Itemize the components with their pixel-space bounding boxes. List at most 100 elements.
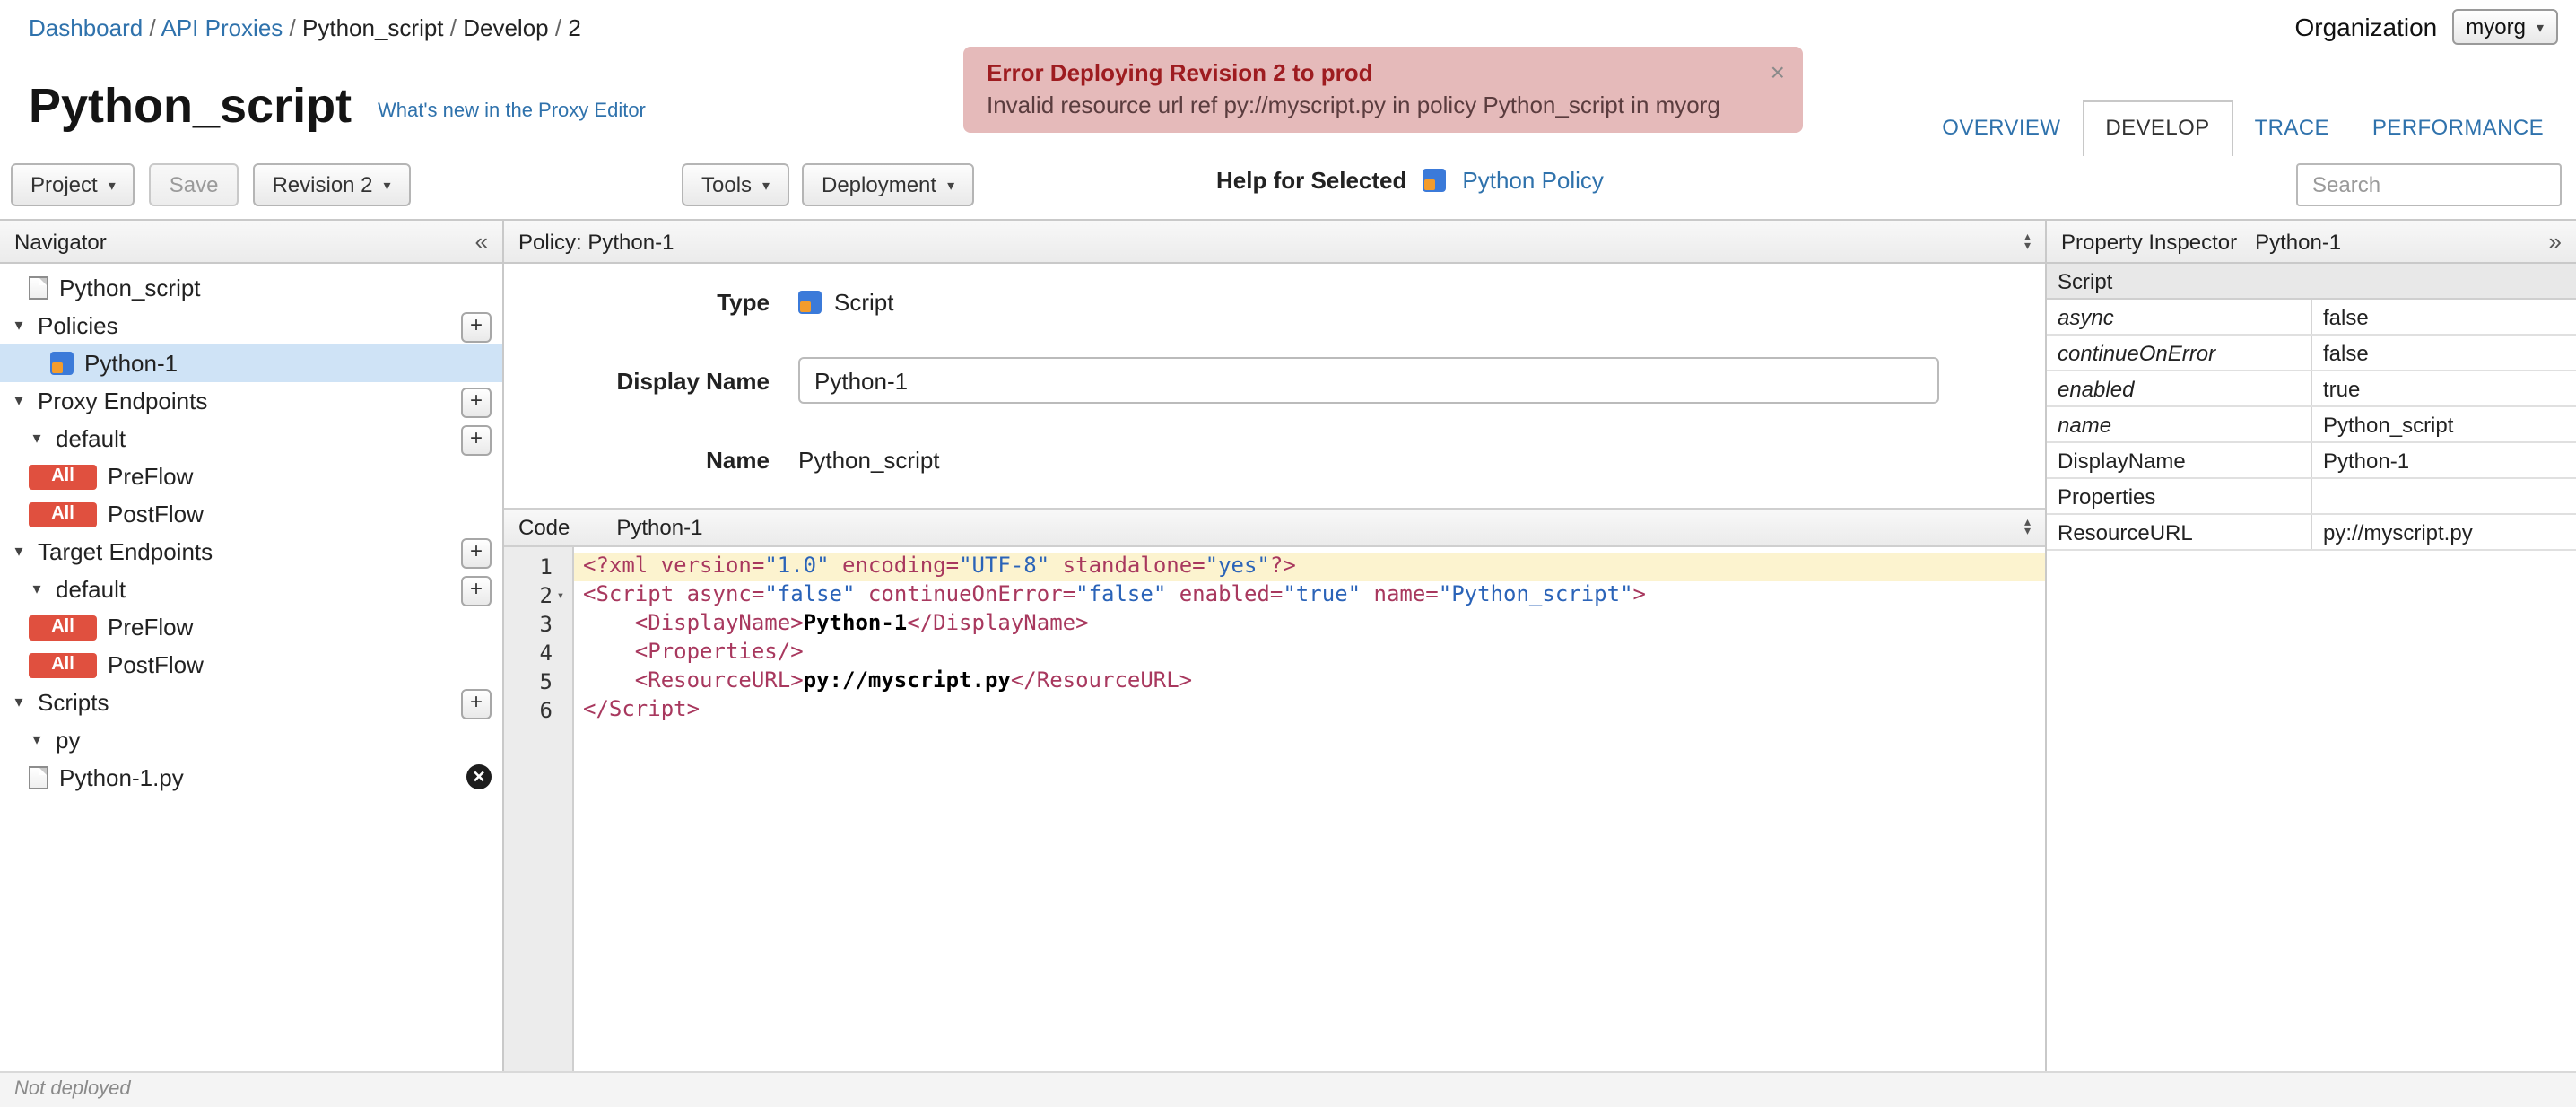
gutter-line-number: 4: [504, 639, 572, 667]
disclosure-triangle-icon[interactable]: ▾: [29, 429, 45, 449]
flow-all-badge: All: [29, 652, 97, 677]
breadcrumb-separator: /: [143, 14, 161, 41]
disclosure-triangle-icon[interactable]: ▾: [11, 316, 27, 336]
tree-item-python-script[interactable]: Python_script: [0, 269, 502, 307]
disclosure-triangle-icon[interactable]: ▾: [11, 693, 27, 712]
tree-item-scripts[interactable]: ▾ Scripts +: [0, 684, 502, 721]
add-button[interactable]: +: [461, 388, 492, 418]
tree-item-proxy-endpoints[interactable]: ▾ Proxy Endpoints +: [0, 382, 502, 420]
code-token: </ResourceURL>: [1010, 667, 1193, 693]
tree-item-default[interactable]: ▾ default +: [0, 420, 502, 458]
close-icon[interactable]: ×: [1771, 59, 1785, 84]
project-button[interactable]: Project ▾: [11, 163, 135, 206]
policy-icon: [1423, 169, 1447, 192]
property-row-script[interactable]: Script: [2047, 264, 2576, 300]
property-row-async[interactable]: async false: [2047, 299, 2576, 336]
add-button[interactable]: +: [461, 689, 492, 719]
expand-panel-icon[interactable]: »: [2549, 228, 2562, 255]
property-row-enabled[interactable]: enabled true: [2047, 370, 2576, 407]
tree-item-python-1-py[interactable]: Python-1.py ✕: [0, 759, 502, 797]
disclosure-triangle-icon[interactable]: ▾: [29, 730, 45, 750]
disclosure-triangle-icon[interactable]: ▾: [29, 580, 45, 599]
property-row-name[interactable]: name Python_script: [2047, 406, 2576, 443]
delete-icon[interactable]: ✕: [466, 764, 492, 789]
policy-icon: [798, 290, 822, 313]
property-row-properties[interactable]: Properties: [2047, 478, 2576, 515]
whats-new-link[interactable]: What's new in the Proxy Editor: [378, 100, 646, 122]
tab-trace[interactable]: TRACE: [2233, 102, 2351, 156]
property-name: enabled: [2047, 370, 2312, 407]
tree-item-python-1[interactable]: Python-1: [0, 344, 502, 382]
collapse-vertical-icon[interactable]: ▴ ▾: [2024, 517, 2031, 538]
policy-form: Type Script Display Name Name Python_scr…: [504, 264, 2045, 483]
property-row-continueonerror[interactable]: continueOnError false: [2047, 335, 2576, 371]
search-input[interactable]: [2296, 163, 2562, 206]
tree-item-default[interactable]: ▾ default +: [0, 571, 502, 608]
collapse-vertical-icon[interactable]: ▴ ▾: [2024, 231, 2031, 252]
add-button[interactable]: +: [461, 312, 492, 343]
code-token: </DisplayName>: [907, 610, 1089, 635]
save-button[interactable]: Save: [149, 163, 239, 206]
toolbar: Project ▾ Save Revision 2 ▾ Tools ▾ Depl…: [0, 154, 2576, 219]
breadcrumb-item-api-proxies[interactable]: API Proxies: [161, 14, 283, 41]
display-name-input[interactable]: [798, 357, 1939, 404]
navigator-tree: Python_script ▾ Policies + Python-1 ▾ Proxy En…: [0, 264, 502, 797]
tree-item-preflow[interactable]: All PreFlow: [0, 458, 502, 495]
code-line[interactable]: </Script>: [574, 696, 2045, 725]
toolbar-tools-group: Tools ▾: [682, 163, 790, 206]
name-value: Python_script: [798, 446, 940, 473]
property-name: name: [2047, 406, 2312, 443]
property-row-displayname[interactable]: DisplayName Python-1: [2047, 442, 2576, 479]
type-value-text: Script: [834, 288, 894, 315]
tree-item-postflow[interactable]: All PostFlow: [0, 495, 502, 533]
policy-panel-header: Policy: Python-1 ▴ ▾: [504, 221, 2045, 264]
tab-overview[interactable]: OVERVIEW: [1920, 102, 2082, 156]
collapse-panel-icon[interactable]: «: [475, 228, 488, 255]
fold-arrow-icon[interactable]: ▾: [553, 588, 569, 603]
add-button[interactable]: +: [461, 425, 492, 456]
code-editor[interactable]: 1 2 ▾ 3 4 5 6 <?xml version="1.0" encoding="UT…: [504, 547, 2045, 1071]
flow-all-badge: All: [29, 615, 97, 640]
tools-button[interactable]: Tools ▾: [682, 163, 790, 206]
policy-icon: [50, 352, 74, 375]
code-line[interactable]: <ResourceURL>py://myscript.py</ResourceU…: [574, 667, 2045, 696]
property-row-resourceurl[interactable]: ResourceURL py://myscript.py: [2047, 514, 2576, 551]
gutter-line-number: 1: [504, 553, 572, 581]
code-token: <Properties/>: [583, 639, 804, 664]
tab-performance[interactable]: PERFORMANCE: [2351, 102, 2565, 156]
display-name-label: Display Name: [616, 367, 770, 394]
property-name: Properties: [2047, 478, 2312, 515]
deployment-button[interactable]: Deployment ▾: [802, 163, 975, 206]
breadcrumb-item-dashboard[interactable]: Dashboard: [29, 14, 143, 41]
revision-button[interactable]: Revision 2 ▾: [252, 163, 411, 206]
navigator-panel: Navigator « Python_script ▾ Policies + Pytho…: [0, 221, 504, 1071]
toolbar-deployment-group: Deployment ▾: [802, 163, 975, 206]
tree-item-postflow[interactable]: All PostFlow: [0, 646, 502, 684]
property-value: [2311, 478, 2576, 515]
add-button[interactable]: +: [461, 538, 492, 569]
add-button[interactable]: +: [461, 576, 492, 606]
tree-item-py[interactable]: ▾ py: [0, 721, 502, 759]
code-gutter: 1 2 ▾ 3 4 5 6: [504, 547, 574, 1071]
gutter-line-number: 2 ▾: [504, 581, 572, 610]
tree-item-preflow[interactable]: All PreFlow: [0, 608, 502, 646]
code-line[interactable]: <?xml version="1.0" encoding="UTF-8" sta…: [574, 553, 2045, 581]
tree-item-label: PreFlow: [108, 614, 194, 641]
type-label: Type: [717, 288, 770, 315]
tab-develop[interactable]: DEVELOP: [2082, 100, 2233, 156]
code-lines[interactable]: <?xml version="1.0" encoding="UTF-8" sta…: [574, 547, 2045, 1071]
code-line[interactable]: <DisplayName>Python-1</DisplayName>: [574, 610, 2045, 639]
disclosure-triangle-icon[interactable]: ▾: [11, 391, 27, 411]
code-line[interactable]: <Properties/>: [574, 639, 2045, 667]
tabs: OVERVIEW DEVELOP TRACE PERFORMANCE: [1920, 100, 2565, 156]
disclosure-triangle-icon[interactable]: ▾: [11, 542, 27, 562]
python-policy-link[interactable]: Python Policy: [1462, 167, 1604, 194]
tree-item-target-endpoints[interactable]: ▾ Target Endpoints +: [0, 533, 502, 571]
tree-item-policies[interactable]: ▾ Policies +: [0, 307, 502, 344]
organization-select[interactable]: myorg ▾: [2451, 9, 2558, 45]
line-number: 6: [539, 698, 553, 723]
code-line[interactable]: <Script async="false" continueOnError="f…: [574, 581, 2045, 610]
property-value: Python_script: [2311, 406, 2576, 443]
line-number: 3: [539, 612, 553, 637]
code-token: encoding=: [829, 553, 960, 578]
